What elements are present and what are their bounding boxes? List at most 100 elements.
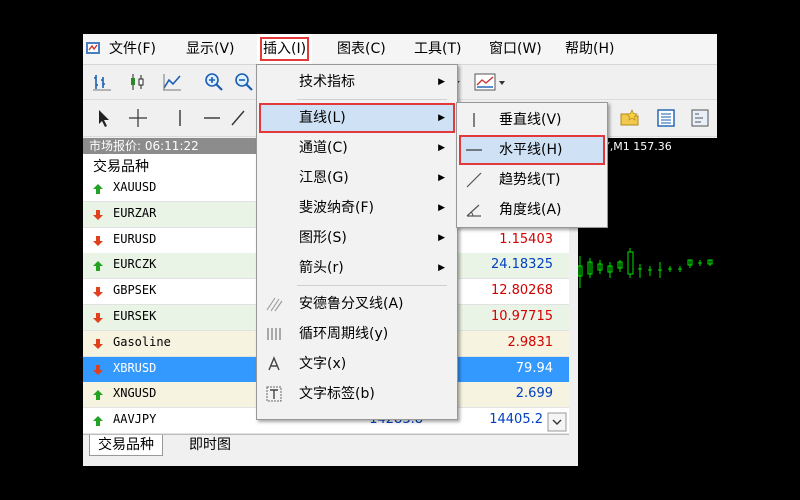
insert-menu: 技术指标 ▶ 直线(L) ▶ 通道(C) ▶ 江恩(G) ▶ 斐波纳奇(F) ▶ 图形(S) ▶ 箭头(… xyxy=(256,64,458,420)
menu-item-label: 文字标签(b) xyxy=(299,386,375,402)
folder-star-icon[interactable] xyxy=(619,107,641,129)
menu-item-indicators[interactable]: 技术指标 ▶ xyxy=(259,67,455,97)
menu-view[interactable]: 显示(V) xyxy=(186,34,235,64)
lines-submenu: 垂直线(V) 水平线(H) 趋势线(T) 角度线(A) xyxy=(456,102,608,228)
row-symbol: EURZAR xyxy=(113,205,157,220)
arrow-up-icon xyxy=(93,261,103,272)
menu-item-label: 循环周期线(y) xyxy=(299,326,389,342)
menu-separator xyxy=(297,99,447,100)
row-ask: 10.97715 xyxy=(490,309,553,324)
menu-item-label: 江恩(G) xyxy=(299,170,349,186)
submenu-arrow-icon: ▶ xyxy=(438,113,445,123)
submenu-arrow-icon: ▶ xyxy=(438,203,445,213)
arrow-up-icon xyxy=(93,416,103,427)
row-ask: 79.94 xyxy=(515,360,553,376)
data-window-icon[interactable] xyxy=(655,107,677,129)
menu-charts[interactable]: 图表(C) xyxy=(337,34,386,64)
arrow-down-icon xyxy=(93,209,103,220)
row-symbol: EURSEK xyxy=(113,309,157,323)
line-chart-icon[interactable] xyxy=(161,71,183,93)
menu-item-label: 图形(S) xyxy=(299,230,347,246)
menu-item-label: 安德鲁分叉线(A) xyxy=(299,296,404,312)
row-symbol: Gasoline xyxy=(113,334,171,349)
submenu-arrow-icon: ▶ xyxy=(438,263,445,273)
menu-file[interactable]: 文件(F) xyxy=(109,34,156,64)
tab-tick-chart[interactable]: 即时图 xyxy=(181,435,239,455)
pitchfork-icon xyxy=(266,297,283,312)
row-symbol: EURUSD xyxy=(113,231,157,246)
row-ask: 2.699 xyxy=(515,386,553,402)
row-ask: 1.15403 xyxy=(499,231,553,247)
zoom-out-icon[interactable] xyxy=(233,71,255,93)
row-ask: 14405.2 xyxy=(489,412,543,428)
market-watch-tabs: 交易品种 即时图 xyxy=(83,434,569,457)
menu-item-shapes[interactable]: 图形(S) ▶ xyxy=(259,223,455,253)
menu-item-text-label[interactable]: 文字标签(b) xyxy=(259,379,455,409)
cycle-lines-icon xyxy=(267,328,281,340)
submenu-item-horizontal-line[interactable]: 水平线(H) xyxy=(459,135,605,165)
arrow-up-icon xyxy=(93,184,103,194)
menu-item-label: 文字(x) xyxy=(299,356,347,372)
vertical-line-icon xyxy=(473,113,475,127)
submenu-arrow-icon: ▶ xyxy=(438,77,445,87)
submenu-arrow-icon: ▶ xyxy=(438,233,445,243)
submenu-item-trendline[interactable]: 趋势线(T) xyxy=(459,165,605,195)
menu-window[interactable]: 窗口(W) xyxy=(489,34,542,64)
menu-item-arrows[interactable]: 箭头(r) ▶ xyxy=(259,253,455,283)
arrow-down-icon xyxy=(93,364,103,375)
menu-item-label: 斐波纳奇(F) xyxy=(299,200,374,216)
tab-symbols[interactable]: 交易品种 xyxy=(89,435,163,456)
scroll-down-icon[interactable] xyxy=(547,412,567,432)
zoom-in-icon[interactable] xyxy=(203,71,225,93)
row-symbol: GBPSEK xyxy=(113,283,157,298)
arrow-down-icon xyxy=(93,287,103,298)
menu-separator xyxy=(297,285,447,286)
submenu-item-label: 垂直线(V) xyxy=(499,112,562,128)
arrow-down-icon xyxy=(93,313,103,323)
row-symbol: XNGUSD xyxy=(113,386,157,401)
navigator-icon[interactable] xyxy=(689,107,711,129)
candlestick-icon[interactable] xyxy=(127,71,149,93)
horizontal-line-icon[interactable] xyxy=(201,107,223,129)
menu-item-andrews-pitchfork[interactable]: 安德鲁分叉线(A) xyxy=(259,289,455,319)
menu-item-channels[interactable]: 通道(C) ▶ xyxy=(259,133,455,163)
menu-item-fibonacci[interactable]: 斐波纳奇(F) ▶ xyxy=(259,193,455,223)
menu-item-text[interactable]: 文字(x) xyxy=(259,349,455,379)
chart-template-icon[interactable] xyxy=(473,71,507,93)
row-ask: 24.18325 xyxy=(490,257,553,273)
menubar: 文件(F) 显示(V) 插入(I) 图表(C) 工具(T) 窗口(W) 帮助(H… xyxy=(83,34,717,65)
market-watch-title: 市场报价: 06:11:22 xyxy=(83,138,283,154)
submenu-item-label: 角度线(A) xyxy=(499,202,562,218)
row-symbol: AAVJPY xyxy=(113,412,157,427)
menu-help[interactable]: 帮助(H) xyxy=(565,34,614,64)
menu-insert[interactable]: 插入(I) xyxy=(257,34,313,64)
row-ask: 12.80268 xyxy=(490,283,553,299)
menu-item-label: 箭头(r) xyxy=(299,260,344,276)
arrow-down-icon xyxy=(93,235,103,246)
menu-tools[interactable]: 工具(T) xyxy=(414,34,461,64)
submenu-item-angle-line[interactable]: 角度线(A) xyxy=(459,195,605,225)
row-symbol: XBRUSD xyxy=(113,360,157,375)
menu-item-label: 直线(L) xyxy=(299,110,346,126)
symbol-column-header[interactable]: 交易品种 xyxy=(93,156,149,176)
bar-chart-icon[interactable] xyxy=(91,71,113,93)
trendline-icon xyxy=(466,172,482,188)
menu-item-label: 技术指标 xyxy=(299,74,355,90)
menu-item-cycle-lines[interactable]: 循环周期线(y) xyxy=(259,319,455,349)
submenu-item-label: 趋势线(T) xyxy=(499,172,561,188)
menu-item-gann[interactable]: 江恩(G) ▶ xyxy=(259,163,455,193)
submenu-item-vertical-line[interactable]: 垂直线(V) xyxy=(459,105,605,135)
app-logo-icon xyxy=(86,42,100,54)
angle-line-icon xyxy=(466,204,481,217)
text-icon xyxy=(268,356,280,371)
horizontal-line-icon xyxy=(466,149,482,151)
submenu-arrow-icon: ▶ xyxy=(438,173,445,183)
vertical-line-icon[interactable] xyxy=(169,107,191,129)
arrow-up-icon xyxy=(93,390,103,401)
crosshair-icon[interactable] xyxy=(127,107,149,129)
candles xyxy=(578,248,713,288)
cursor-icon[interactable] xyxy=(93,107,115,129)
menu-item-lines[interactable]: 直线(L) ▶ xyxy=(259,103,455,133)
arrow-down-icon xyxy=(93,338,103,349)
trendline-icon[interactable] xyxy=(231,107,245,129)
